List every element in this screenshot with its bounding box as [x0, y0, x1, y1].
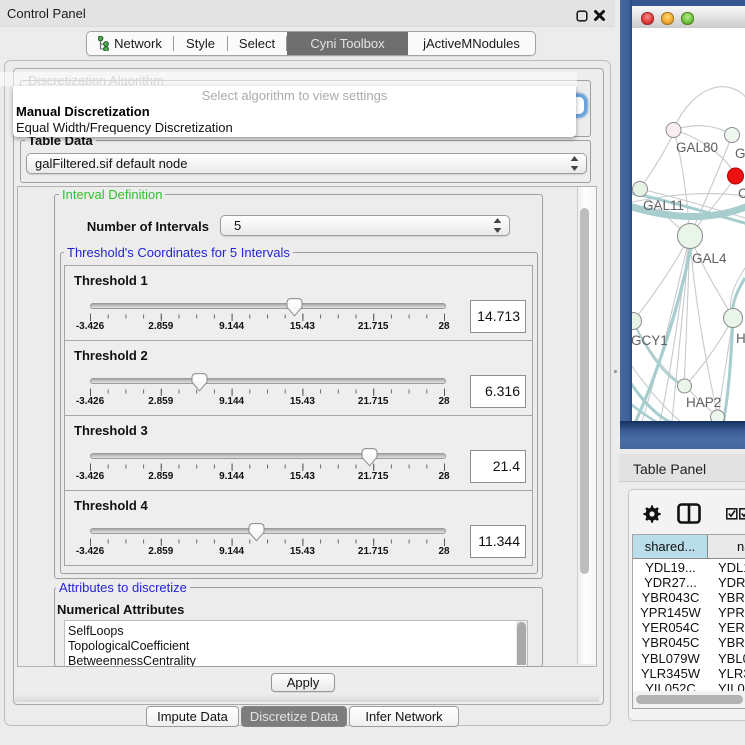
svg-text:H: H: [736, 331, 745, 346]
svg-text:GAL: GAL: [735, 146, 745, 161]
svg-text:HAP2: HAP2: [686, 395, 721, 410]
svg-text:C: C: [738, 186, 745, 201]
svg-text:GAL80: GAL80: [676, 140, 718, 155]
svg-text:GCY1: GCY1: [632, 333, 668, 348]
svg-text:GAL4: GAL4: [692, 251, 727, 266]
svg-text:GAL11: GAL11: [643, 198, 684, 213]
